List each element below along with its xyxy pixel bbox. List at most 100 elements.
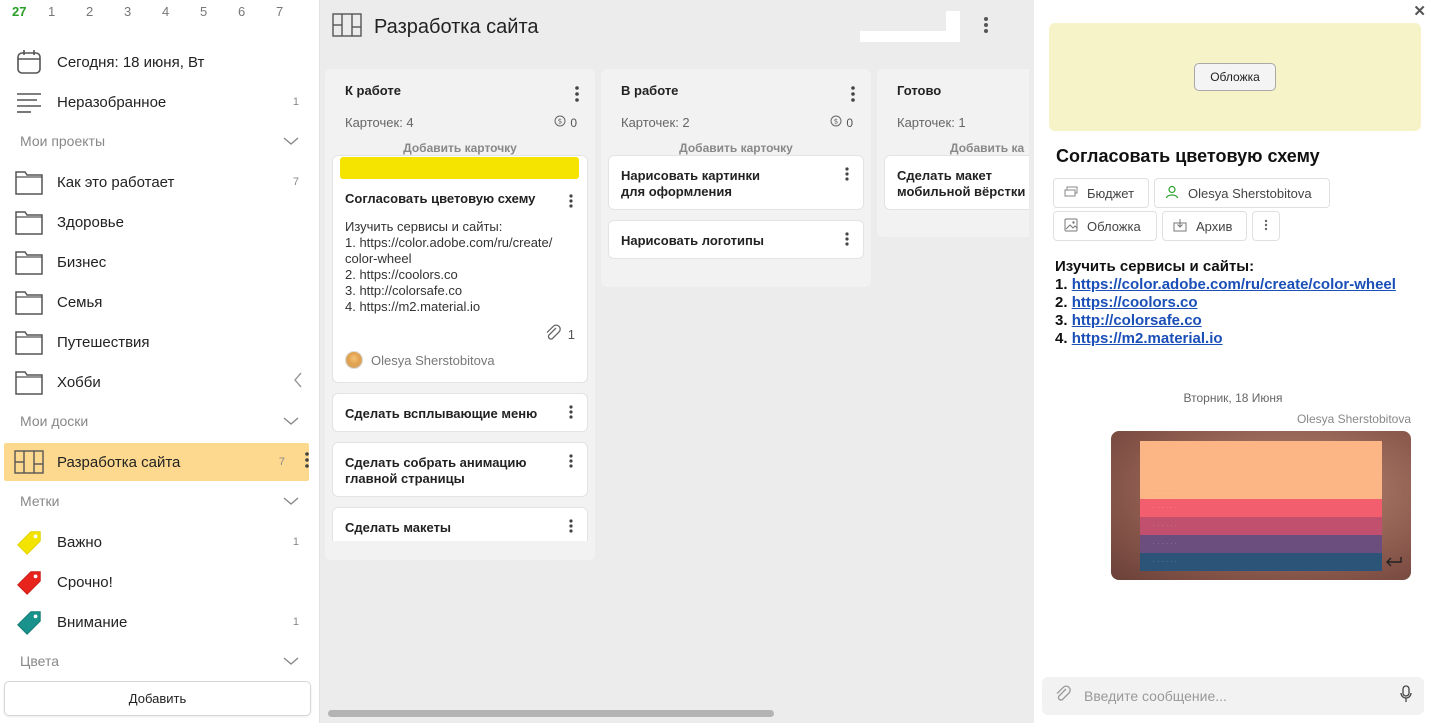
sidebar-item-label-tag[interactable]: Внимание 1	[14, 602, 305, 642]
column-title: К работе	[345, 83, 401, 98]
sidebar-item-label-tag[interactable]: Важно 1	[14, 522, 305, 562]
paperclip-icon[interactable]	[1054, 684, 1072, 708]
date-day[interactable]: 3	[124, 4, 162, 19]
card-cover	[340, 157, 579, 179]
card[interactable]: Нарисовать логотипы	[608, 220, 864, 259]
boards-section-header[interactable]: Мои доски	[20, 409, 299, 433]
add-card-button[interactable]: Добавить карточку	[601, 141, 871, 155]
kebab-menu-icon[interactable]	[569, 454, 573, 471]
kebab-menu-icon[interactable]	[569, 194, 573, 211]
card-title: Сделать собрать анимацию главной страниц…	[345, 455, 527, 486]
card[interactable]: Нарисовать картинки для оформления	[608, 155, 864, 210]
desc-intro: Изучить сервисы и сайты:	[1055, 258, 1255, 275]
column-budget: $ 0	[554, 115, 577, 130]
project-label: Здоровье	[57, 213, 124, 231]
labels-header-label: Метки	[20, 493, 60, 509]
card-title: Согласовать цветовую схему	[345, 191, 536, 206]
scrollbar-thumb[interactable]	[328, 710, 774, 717]
sidebar-item-board-active[interactable]: Разработка сайта 7	[4, 443, 309, 481]
user-icon	[1165, 185, 1179, 202]
column-header: Готово Карточек: 1 Добавить ка	[877, 69, 1034, 155]
card[interactable]: Сделать собрать анимацию главной страниц…	[332, 442, 588, 497]
message-composer[interactable]: Введите сообщение...	[1042, 677, 1424, 715]
boards-header-label: Мои доски	[20, 413, 89, 429]
card-title: Сделать всплывающие меню	[345, 406, 538, 421]
microphone-icon[interactable]	[1400, 684, 1412, 708]
link[interactable]: https://m2.material.io	[1072, 330, 1223, 347]
kebab-menu-icon[interactable]	[845, 232, 849, 249]
attachment-count: 1	[567, 327, 575, 342]
sidebar-item-project[interactable]: Бизнес	[14, 242, 305, 282]
cover-image-button[interactable]: Обложка	[1053, 211, 1157, 241]
link-num: 3.	[1055, 312, 1068, 329]
board-area: Разработка сайта К работе Карточек: 4 $ …	[320, 0, 1034, 723]
date-day[interactable]: 6	[238, 4, 276, 19]
add-card-button[interactable]: Добавить ка	[950, 141, 1034, 155]
link-num: 2.	[1055, 294, 1068, 311]
sidebar-item-project[interactable]: Семья	[14, 282, 305, 322]
assignee-button[interactable]: Olesya Sherstobitova	[1154, 178, 1330, 208]
sidebar-item-today[interactable]: Сегодня: 18 июня, Вт	[14, 42, 305, 82]
date-day[interactable]: 2	[86, 4, 124, 19]
card[interactable]: Сделать макет мобильной вёрстки	[884, 155, 1034, 210]
kebab-menu-icon[interactable]	[984, 16, 988, 39]
kebab-menu-icon[interactable]	[569, 519, 573, 536]
message-input[interactable]: Введите сообщение...	[1084, 688, 1400, 704]
sidebar-item-project[interactable]: Хобби	[14, 362, 305, 402]
money-icon	[1064, 186, 1078, 201]
sidebar-item-unsorted[interactable]: Неразобранное 1	[14, 82, 305, 122]
budget-button[interactable]: Бюджет	[1053, 178, 1149, 208]
sidebar-item-label-tag[interactable]: Срочно!	[14, 562, 305, 602]
folder-icon	[14, 247, 44, 277]
horizontal-scrollbar[interactable]	[326, 708, 1034, 718]
date-day[interactable]: 1	[48, 4, 86, 19]
chevron-down-icon[interactable]	[283, 413, 299, 429]
image-icon	[1064, 218, 1078, 235]
add-button[interactable]: Добавить	[4, 681, 311, 716]
date-day-today[interactable]: 27	[12, 4, 48, 19]
cover-button[interactable]: Обложка	[1194, 63, 1276, 91]
card[interactable]: Согласовать цветовую схему Изучить серви…	[332, 155, 588, 383]
link[interactable]: https://color.adobe.com/ru/create/color-…	[1072, 276, 1396, 293]
chevron-down-icon[interactable]	[283, 493, 299, 509]
sidebar-item-project[interactable]: Путешествия	[14, 322, 305, 362]
card-detail-title[interactable]: Согласовать цветовую схему	[1056, 146, 1320, 167]
card[interactable]: Сделать всплывающие меню	[332, 393, 588, 432]
chevron-down-icon[interactable]	[283, 653, 299, 669]
link-line: 1. https://color.adobe.com/ru/create/col…	[1055, 276, 1396, 294]
card-title: Нарисовать картинки для оформления	[621, 168, 760, 199]
kebab-menu-icon[interactable]	[845, 167, 849, 184]
column: В работе Карточек: 2 $ 0 Добавить карточ…	[601, 69, 871, 287]
chevron-down-icon[interactable]	[283, 133, 299, 149]
reply-icon[interactable]	[1383, 555, 1403, 574]
kebab-menu-icon[interactable]	[851, 86, 855, 107]
projects-section-header[interactable]: Мои проекты	[20, 129, 299, 153]
sidebar-item-project[interactable]: Здоровье	[14, 202, 305, 242]
message-image[interactable]: · · · · · · · · · · · · · · · · · · · · …	[1111, 431, 1411, 580]
card[interactable]: Сделать макеты	[332, 507, 588, 541]
folder-icon	[14, 287, 44, 317]
chevron-left-icon[interactable]	[293, 372, 303, 392]
colors-section-header[interactable]: Цвета	[20, 649, 299, 673]
kebab-menu-icon[interactable]	[569, 405, 573, 422]
add-card-button[interactable]: Добавить карточку	[325, 141, 595, 155]
palette-swatch: · · · · · ·	[1140, 517, 1382, 535]
kebab-menu-icon[interactable]	[305, 452, 309, 472]
close-icon[interactable]: ✕	[1413, 2, 1426, 20]
more-button[interactable]	[1252, 211, 1280, 241]
tag-icon	[14, 607, 44, 637]
budget-label: Бюджет	[1087, 185, 1135, 201]
sidebar-item-project[interactable]: Как это работает 7	[14, 162, 305, 202]
date-day[interactable]: 4	[162, 4, 200, 19]
link[interactable]: https://coolors.co	[1072, 294, 1198, 311]
cover-label: Обложка	[1087, 218, 1141, 234]
kebab-menu-icon[interactable]	[575, 86, 579, 107]
labels-section-header[interactable]: Метки	[20, 489, 299, 513]
link[interactable]: http://colorsafe.co	[1072, 312, 1202, 329]
date-day[interactable]: 7	[276, 4, 314, 19]
archive-button[interactable]: Архив	[1162, 211, 1247, 241]
folder-icon	[14, 207, 44, 237]
date-day[interactable]: 5	[200, 4, 238, 19]
archive-icon	[1173, 218, 1187, 235]
board-header-widget[interactable]	[860, 11, 960, 42]
